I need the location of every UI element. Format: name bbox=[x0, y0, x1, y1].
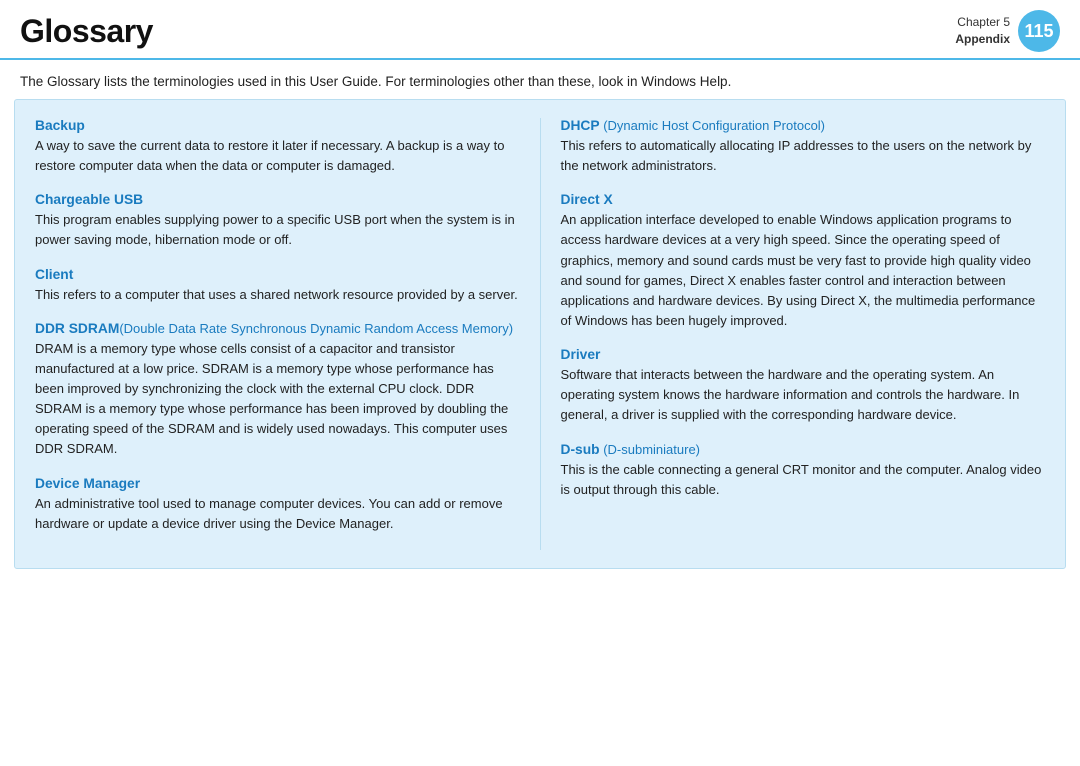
term-body-dhcp: This refers to automatically allocating … bbox=[561, 136, 1046, 176]
term-body-d-sub: This is the cable connecting a general C… bbox=[561, 460, 1046, 500]
term-body-direct-x: An application interface developed to en… bbox=[561, 210, 1046, 331]
chapter-text: Chapter 5 Appendix bbox=[955, 14, 1010, 48]
page-title: Glossary bbox=[20, 13, 153, 50]
term-block-device-manager: Device Manager An administrative tool use… bbox=[35, 476, 520, 534]
term-block-dhcp: DHCP (Dynamic Host Configuration Protoco… bbox=[561, 118, 1046, 176]
page-number-badge: 115 bbox=[1018, 10, 1060, 52]
appendix-label: Appendix bbox=[955, 31, 1010, 48]
term-subtitle-ddr-sdram: (Double Data Rate Synchronous Dynamic Ra… bbox=[119, 321, 513, 336]
term-block-client: Client This refers to a computer that use… bbox=[35, 267, 520, 305]
chapter-label: Chapter 5 bbox=[955, 14, 1010, 31]
page-header: Glossary Chapter 5 Appendix 115 bbox=[0, 0, 1080, 60]
term-body-client: This refers to a computer that uses a sh… bbox=[35, 285, 520, 305]
term-title-chargeable-usb: Chargeable USB bbox=[35, 192, 520, 207]
chapter-info: Chapter 5 Appendix 115 bbox=[955, 10, 1060, 52]
left-column: Backup A way to save the current data to … bbox=[31, 118, 536, 550]
term-body-driver: Software that interacts between the hard… bbox=[561, 365, 1046, 425]
content-area: Backup A way to save the current data to … bbox=[14, 99, 1066, 569]
term-block-backup: Backup A way to save the current data to … bbox=[35, 118, 520, 176]
column-divider bbox=[540, 118, 541, 550]
term-body-chargeable-usb: This program enables supplying power to … bbox=[35, 210, 520, 250]
term-title-backup: Backup bbox=[35, 118, 520, 133]
term-body-device-manager: An administrative tool used to manage co… bbox=[35, 494, 520, 534]
term-block-chargeable-usb: Chargeable USB This program enables suppl… bbox=[35, 192, 520, 250]
term-title-driver: Driver bbox=[561, 347, 1046, 362]
term-block-driver: Driver Software that interacts between th… bbox=[561, 347, 1046, 425]
term-title-d-sub: D-sub (D-subminiature) bbox=[561, 442, 1046, 457]
term-block-d-sub: D-sub (D-subminiature) This is the cable … bbox=[561, 442, 1046, 500]
term-block-ddr-sdram: DDR SDRAM(Double Data Rate Synchronous D… bbox=[35, 321, 520, 460]
term-title-ddr-sdram: DDR SDRAM(Double Data Rate Synchronous D… bbox=[35, 321, 520, 336]
term-title-direct-x: Direct X bbox=[561, 192, 1046, 207]
term-subtitle-d-sub: (D-subminiature) bbox=[600, 442, 700, 457]
term-subtitle-dhcp: (Dynamic Host Configuration Protocol) bbox=[600, 118, 825, 133]
term-body-ddr-sdram: DRAM is a memory type whose cells consis… bbox=[35, 339, 520, 460]
term-title-client: Client bbox=[35, 267, 520, 282]
right-column: DHCP (Dynamic Host Configuration Protoco… bbox=[545, 118, 1050, 550]
term-title-dhcp: DHCP (Dynamic Host Configuration Protoco… bbox=[561, 118, 1046, 133]
term-body-backup: A way to save the current data to restor… bbox=[35, 136, 520, 176]
intro-text: The Glossary lists the terminologies use… bbox=[0, 60, 1080, 99]
term-title-device-manager: Device Manager bbox=[35, 476, 520, 491]
term-block-direct-x: Direct X An application interface develop… bbox=[561, 192, 1046, 331]
